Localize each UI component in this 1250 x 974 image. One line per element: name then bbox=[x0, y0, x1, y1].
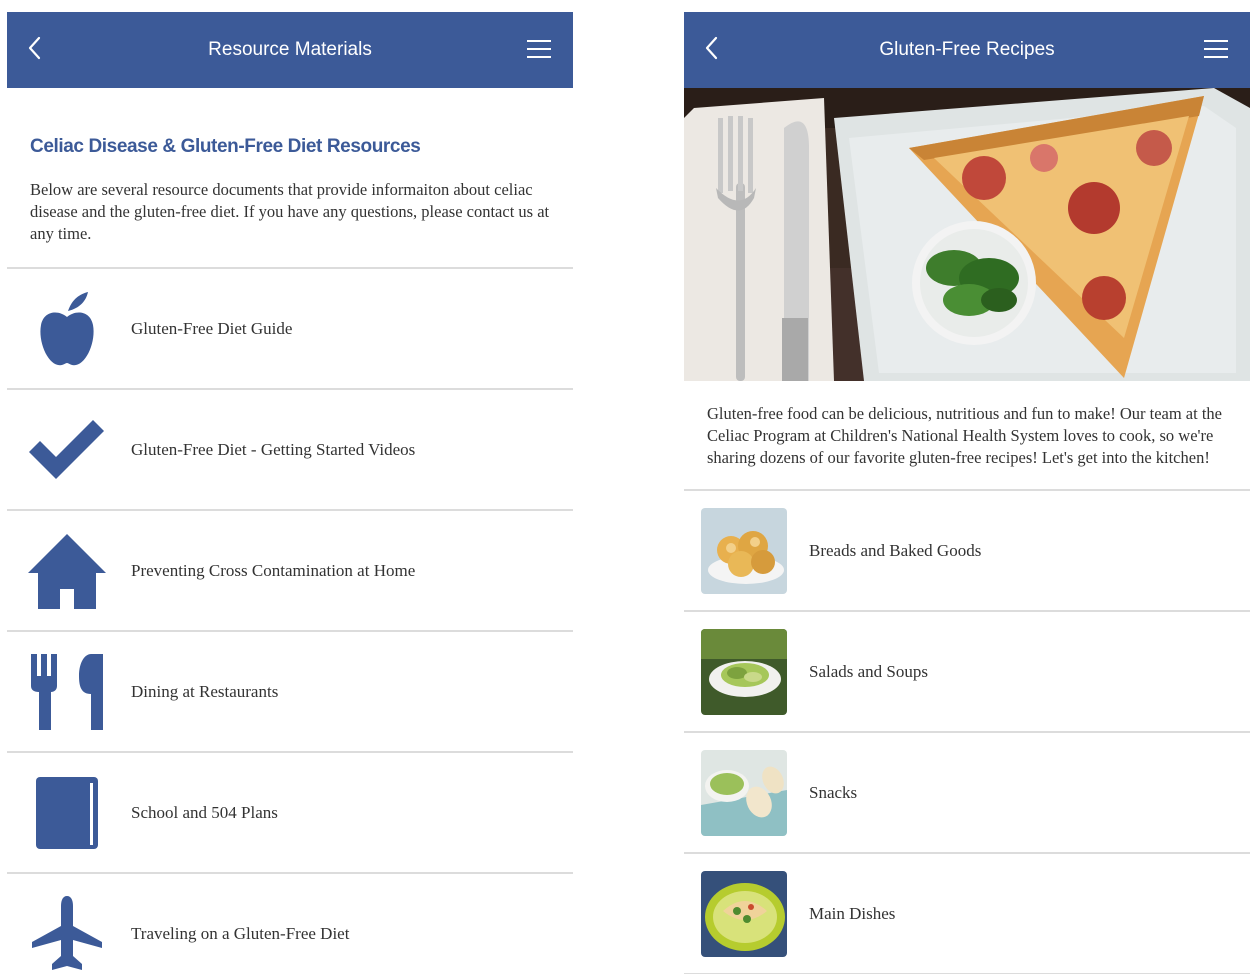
recipe-category-salads-soups[interactable]: Salads and Soups bbox=[684, 612, 1250, 733]
page-title: Resource Materials bbox=[208, 39, 372, 60]
checkmark-icon bbox=[29, 419, 104, 479]
intro-text: Gluten-free food can be delicious, nutri… bbox=[707, 404, 1222, 467]
recipe-category-label: Snacks bbox=[809, 782, 858, 802]
resource-label: Dining at Restaurants bbox=[131, 681, 279, 701]
navbar: Gluten-Free Recipes bbox=[684, 12, 1250, 88]
chevron-left-icon[interactable] bbox=[704, 34, 720, 62]
hamburger-menu-icon[interactable] bbox=[1204, 39, 1228, 59]
house-icon bbox=[28, 533, 106, 609]
recipe-category-main-dishes[interactable]: Main Dishes bbox=[684, 854, 1250, 974]
resource-label: Traveling on a Gluten-Free Diet bbox=[131, 923, 350, 943]
resource-item-dining-restaurants[interactable]: Dining at Restaurants bbox=[7, 632, 573, 753]
resource-item-getting-started-videos[interactable]: Gluten-Free Diet - Getting Started Video… bbox=[7, 390, 573, 511]
resource-item-school-504[interactable]: School and 504 Plans bbox=[7, 753, 573, 874]
resource-label: School and 504 Plans bbox=[131, 802, 278, 822]
resource-label: Gluten-Free Diet - Getting Started Video… bbox=[131, 439, 416, 459]
navbar: Resource Materials bbox=[7, 12, 573, 88]
intro-text: Below are several resource documents tha… bbox=[30, 180, 550, 243]
hero-pizza-image bbox=[684, 88, 1250, 381]
resource-label: Gluten-Free Diet Guide bbox=[131, 318, 293, 338]
breads-thumbnail bbox=[701, 507, 787, 594]
resource-item-cross-contamination[interactable]: Preventing Cross Contamination at Home bbox=[7, 511, 573, 632]
gluten-free-recipes-screen: Gluten-Free Recipes Gluten-free food can… bbox=[684, 12, 1250, 974]
recipe-category-snacks[interactable]: Snacks bbox=[684, 733, 1250, 854]
section-heading: Celiac Disease & Gluten-Free Diet Resour… bbox=[30, 136, 421, 157]
snacks-thumbnail bbox=[701, 749, 787, 836]
book-icon bbox=[36, 776, 98, 849]
fork-knife-icon bbox=[31, 653, 103, 730]
hamburger-menu-icon[interactable] bbox=[527, 39, 551, 59]
recipe-category-label: Breads and Baked Goods bbox=[809, 540, 982, 560]
apple-icon bbox=[40, 291, 94, 365]
recipe-category-breads[interactable]: Breads and Baked Goods bbox=[684, 491, 1250, 612]
recipe-category-label: Main Dishes bbox=[809, 903, 896, 923]
resource-label: Preventing Cross Contamination at Home bbox=[131, 560, 416, 580]
salads-thumbnail bbox=[701, 628, 787, 715]
resource-item-traveling[interactable]: Traveling on a Gluten-Free Diet bbox=[7, 874, 573, 974]
airplane-icon bbox=[32, 895, 102, 970]
resource-materials-screen: Resource Materials Celiac Disease & Glut… bbox=[7, 12, 573, 974]
chevron-left-icon[interactable] bbox=[27, 34, 43, 62]
page-title: Gluten-Free Recipes bbox=[879, 39, 1055, 60]
main-dishes-thumbnail bbox=[701, 870, 787, 957]
recipe-category-label: Salads and Soups bbox=[809, 661, 928, 681]
resource-item-diet-guide[interactable]: Gluten-Free Diet Guide bbox=[7, 269, 573, 390]
